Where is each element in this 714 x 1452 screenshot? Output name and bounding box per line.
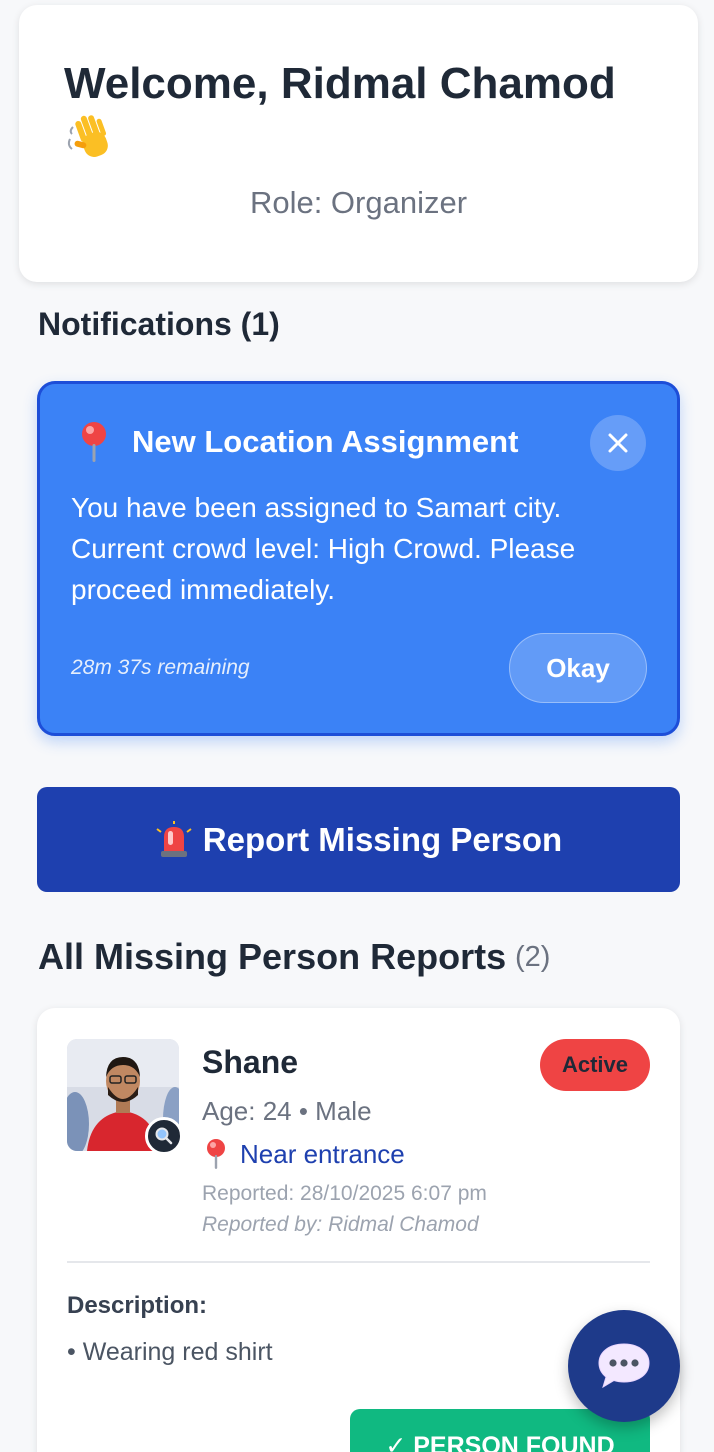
map-pin-icon	[207, 1139, 225, 1169]
person-name: Shane	[202, 1044, 299, 1080]
notification-title: New Location Assignment	[132, 424, 519, 459]
photo-search-badge	[145, 1117, 183, 1155]
waving-hand-icon	[67, 115, 108, 157]
report-button-label: Report Missing Person	[202, 820, 563, 858]
notification-body: You have been assigned to Samart city. C…	[71, 492, 576, 605]
notification-card: New Location Assignment You have been as…	[37, 381, 680, 736]
report-missing-person-button[interactable]: Report Missing Person	[37, 787, 680, 892]
welcome-card: Welcome, Ridmal Chamod Role: Organizer	[19, 5, 698, 282]
reported-timestamp: Reported: 28/10/2025 6:07 pm	[202, 1182, 487, 1205]
notification-close-button[interactable]	[590, 415, 646, 471]
welcome-title: Welcome, Ridmal Chamod	[64, 59, 616, 108]
reports-count: (2)	[515, 941, 551, 973]
close-icon	[608, 433, 628, 453]
description-label: Description:	[67, 1292, 208, 1319]
notification-time-remaining: 28m 37s remaining	[71, 656, 250, 679]
reported-by: Reported by: Ridmal Chamod	[202, 1213, 479, 1236]
description-item: • Wearing red shirt	[67, 1338, 273, 1366]
person-location: Near entrance	[240, 1139, 405, 1169]
notifications-heading: Notifications (1)	[38, 306, 280, 342]
divider	[67, 1261, 650, 1263]
okay-button[interactable]: Okay	[509, 633, 647, 703]
chat-bubble-icon	[598, 1343, 650, 1389]
role-label: Role: Organizer	[249, 185, 468, 220]
person-age-gender: Age: 24 • Male	[202, 1096, 372, 1126]
chat-button[interactable]	[568, 1310, 680, 1422]
magnifier-icon	[155, 1127, 173, 1145]
siren-icon	[156, 820, 192, 857]
reports-heading: All Missing Person Reports	[38, 936, 507, 977]
status-badge: Active	[540, 1039, 650, 1091]
map-pin-icon	[82, 422, 106, 462]
